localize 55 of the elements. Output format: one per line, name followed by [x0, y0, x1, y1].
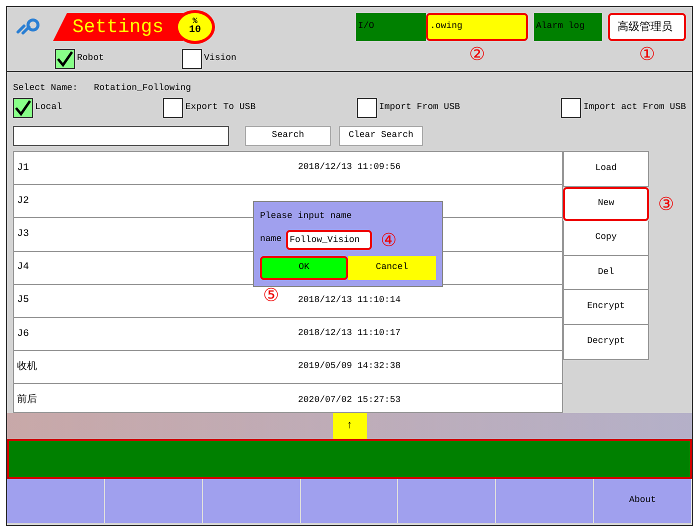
status-button[interactable]: Alarm log — [534, 13, 602, 41]
checkbox[interactable] — [356, 98, 377, 118]
search-button[interactable]: Search — [245, 126, 331, 146]
row-name[interactable]: J2 — [14, 194, 30, 209]
checkbox[interactable] — [13, 98, 33, 118]
checkbox[interactable] — [182, 49, 202, 69]
checkbox-label: Robot — [77, 52, 104, 66]
callout-number: ⑤ — [263, 286, 280, 304]
dialog-prompt: Please input name — [260, 210, 353, 223]
row-name[interactable]: J3 — [14, 226, 30, 242]
clear-search-button[interactable]: Clear Search — [339, 126, 423, 146]
action-button[interactable]: Decrypt — [563, 324, 649, 360]
search-field[interactable] — [13, 126, 229, 146]
action-button[interactable]: Encrypt — [563, 290, 649, 325]
cancel-button[interactable]: Cancel — [348, 256, 436, 280]
callout-number: ④ — [380, 232, 397, 250]
row-timestamp: 2018/12/13 11:09:56 — [298, 161, 401, 174]
checkbox-label: Vision — [204, 52, 236, 66]
row-timestamp: 2020/07/02 15:27:53 — [298, 394, 401, 407]
scroll-up-button[interactable]: ↑ — [332, 413, 366, 439]
callout-number: ② — [469, 46, 486, 64]
name-field[interactable]: Follow_Vision — [286, 230, 372, 250]
link-icon[interactable] — [15, 18, 41, 36]
callout-number: ③ — [658, 196, 674, 214]
checkbox-label: Export To USB — [185, 100, 256, 114]
row-name[interactable]: 收机 — [14, 360, 37, 375]
status-button[interactable]: .owing — [426, 13, 528, 41]
checkbox[interactable] — [163, 98, 184, 118]
row-timestamp: 2019/05/09 14:32:38 — [298, 360, 401, 374]
gauge-value: 10 — [188, 26, 201, 36]
select-name-label: Select Name: — [13, 82, 78, 95]
ok-button[interactable]: OK — [260, 256, 348, 280]
checkbox[interactable] — [561, 98, 582, 118]
row-name[interactable]: J4 — [14, 260, 30, 276]
callout-number: ① — [639, 46, 656, 64]
row-timestamp: 2018/12/13 11:10:14 — [298, 294, 401, 308]
row-name[interactable]: J1 — [14, 160, 30, 176]
status-button[interactable]: 高级管理员 — [608, 13, 686, 41]
row-name[interactable]: 前后 — [14, 392, 37, 408]
action-button[interactable]: Del — [563, 256, 649, 290]
row-name[interactable]: J5 — [14, 293, 30, 308]
checkbox[interactable] — [55, 49, 75, 69]
gauge-unit: % — [192, 18, 198, 26]
action-button[interactable]: Copy — [563, 221, 649, 256]
action-button[interactable]: New — [563, 186, 649, 222]
row-timestamp: 2018/12/13 11:10:17 — [298, 327, 401, 340]
status-button[interactable]: I/O — [356, 13, 426, 41]
action-button[interactable]: Load — [563, 152, 649, 187]
checkbox-label: Local — [35, 100, 62, 114]
checkbox-label: Import act From USB — [583, 100, 686, 114]
row-name[interactable]: J6 — [14, 326, 30, 342]
checkbox-label: Import From USB — [378, 100, 460, 114]
select-name-value: Rotation_Following — [94, 82, 192, 95]
field-label: name — [260, 232, 282, 246]
settings-title[interactable]: Settings — [53, 13, 183, 41]
